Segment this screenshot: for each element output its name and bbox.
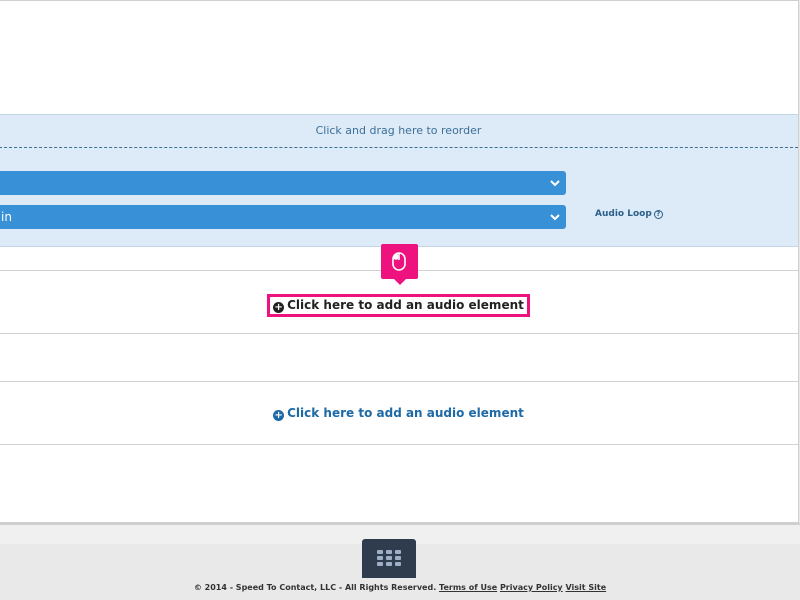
add-audio-element-button[interactable]: + Click here to add an audio element <box>273 406 524 421</box>
add-audio-element-row: + Click here to add an audio element <box>0 294 798 317</box>
row-divider <box>0 333 798 334</box>
grid-icon <box>377 550 401 566</box>
add-audio-element-label: Click here to add an audio element <box>287 298 524 312</box>
row-divider <box>0 444 798 445</box>
page-footer: © 2014 - Speed To Contact, LLC - All Rig… <box>0 578 800 600</box>
privacy-link[interactable]: Privacy Policy <box>500 583 563 592</box>
plus-circle-icon: + <box>273 302 285 313</box>
plus-circle-icon: + <box>273 410 285 421</box>
add-audio-element-row: + Click here to add an audio element <box>0 406 798 421</box>
click-hint-tooltip <box>381 244 418 285</box>
help-icon[interactable]: ? <box>653 210 663 219</box>
chevron-down-icon <box>550 180 560 187</box>
visit-site-link[interactable]: Visit Site <box>565 583 606 592</box>
row-divider <box>0 381 798 382</box>
audio-mode-select-value: in <box>1 210 12 224</box>
dashed-divider <box>0 147 798 148</box>
add-audio-element-button[interactable]: + Click here to add an audio element <box>267 294 530 317</box>
add-audio-element-label: Click here to add an audio element <box>287 406 524 420</box>
app-menu-button[interactable] <box>362 539 416 579</box>
audio-loop-label: Audio Loop <box>595 209 652 219</box>
reorder-section[interactable]: Click and drag here to reorder in Audio … <box>0 114 798 247</box>
terms-link[interactable]: Terms of Use <box>439 583 497 592</box>
audio-source-select[interactable] <box>0 171 566 195</box>
copyright-text: © 2014 - Speed To Contact, LLC - All Rig… <box>193 583 437 592</box>
chevron-down-icon <box>550 214 560 221</box>
mouse-icon <box>392 252 406 271</box>
drag-handle-label[interactable]: Click and drag here to reorder <box>0 115 798 147</box>
audio-mode-select[interactable]: in <box>0 205 566 229</box>
audio-loop-toggle[interactable]: Audio Loop? <box>595 209 663 219</box>
